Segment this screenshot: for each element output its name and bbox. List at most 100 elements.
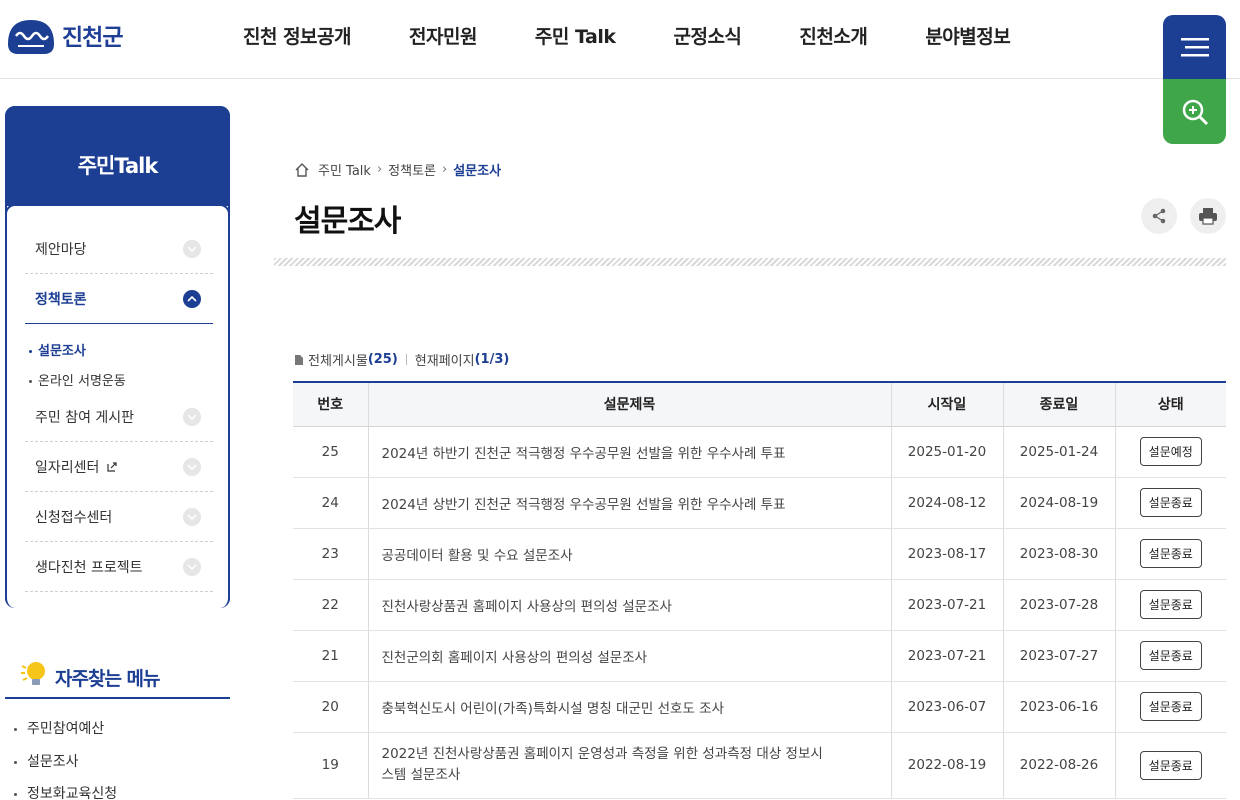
sidebar-item-proposal[interactable]: 제안마당: [25, 224, 213, 274]
start-date: 2023-08-17: [890, 528, 1003, 580]
breadcrumb-current: 설문조사: [453, 164, 502, 179]
side-navigation: 주민Talk 제안마당 정책토론 설문조사 온라인 서명운동 주민 참여 게시판…: [5, 106, 230, 608]
sidebar-item-board[interactable]: 주민 참여 게시판: [25, 392, 213, 442]
table-header-row: 번호 설문제목 시작일 종료일 상태: [293, 381, 1226, 427]
row-number: 20: [293, 681, 368, 733]
title-divider: [274, 258, 1226, 266]
search-button[interactable]: [1163, 79, 1226, 144]
sidebar-item-label: 생다진천 프로젝트: [35, 559, 143, 576]
chevron-down-icon: [183, 457, 201, 476]
print-button[interactable]: [1190, 198, 1226, 234]
favorite-menu-title: 자주찾는 메뉴: [55, 668, 160, 690]
table-row: 21 진천군의회 홈페이지 사용상의 편의성 설문조사 2023-07-21 2…: [293, 630, 1226, 682]
print-icon: [1199, 208, 1217, 225]
favorite-item[interactable]: 설문조사: [14, 751, 79, 771]
sidebar-item-label: 신청접수센터: [35, 509, 113, 526]
nav-field-info[interactable]: 분야별정보: [925, 22, 1010, 49]
external-link-icon: [107, 461, 117, 472]
row-number: 22: [293, 579, 368, 631]
row-number: 19: [293, 732, 368, 799]
page-title: 설문조사: [294, 204, 401, 239]
nav-county-news[interactable]: 군정소식: [673, 22, 741, 49]
status-badge: 설문종료: [1139, 539, 1202, 568]
document-icon: [295, 354, 303, 365]
table-row: 22 진천사랑상품권 홈페이지 사용상의 편의성 설문조사 2023-07-21…: [293, 579, 1226, 631]
breadcrumb-item[interactable]: 주민 Talk: [318, 160, 371, 179]
site-header: 진천군 진천 정보공개 전자민원 주민 Talk 군정소식 진천소개 분야별정보: [0, 0, 1240, 79]
status-badge: 설문종료: [1139, 590, 1202, 619]
status-badge: 설문종료: [1139, 641, 1202, 670]
end-date: 2023-07-28: [1002, 579, 1115, 631]
end-date: 2023-07-27: [1002, 630, 1115, 682]
home-icon[interactable]: [294, 162, 310, 178]
start-date: 2023-07-21: [890, 579, 1003, 631]
survey-title-link[interactable]: 2024년 하반기 진천군 적극행정 우수공무원 선발을 위한 우수사례 투표: [367, 426, 891, 478]
lightbulb-icon: [21, 662, 45, 685]
survey-title-link[interactable]: 충북혁신도시 어린이(가족)특화시설 명칭 대군민 선호도 조사: [367, 681, 891, 733]
board-count: 전체게시물 (25) 현재페이지 (1/3): [294, 350, 509, 369]
column-header: 종료일: [1002, 381, 1115, 427]
menu-icon: [1180, 38, 1209, 57]
main-nav: 진천 정보공개 전자민원 주민 Talk 군정소식 진천소개 분야별정보: [243, 22, 1068, 49]
start-date: 2023-07-21: [890, 630, 1003, 682]
breadcrumb: 주민 Talk › 정책토론 › 설문조사: [294, 160, 501, 179]
survey-title-link[interactable]: 진천사랑상품권 홈페이지 사용상의 편의성 설문조사: [367, 579, 891, 631]
column-header: 상태: [1114, 381, 1226, 427]
start-date: 2023-06-07: [890, 681, 1003, 733]
sidebar-subitem-petition[interactable]: 온라인 서명운동: [29, 370, 126, 389]
chevron-down-icon: [183, 407, 201, 426]
status-badge: 설문종료: [1139, 488, 1202, 517]
favorite-item[interactable]: 주민참여예산: [14, 718, 104, 738]
breadcrumb-item[interactable]: 정책토론: [388, 160, 436, 179]
status-badge: 설문예정: [1139, 437, 1202, 466]
end-date: 2022-08-26: [1002, 732, 1115, 799]
start-date: 2025-01-20: [890, 426, 1003, 478]
survey-title-link[interactable]: 2022년 진천사랑상품권 홈페이지 운영성과 측정을 위한 성과측정 대상 정…: [367, 732, 891, 799]
start-date: 2022-08-19: [890, 732, 1003, 799]
site-logo[interactable]: 진천군: [6, 14, 123, 56]
end-date: 2024-08-19: [1002, 477, 1115, 529]
column-header: 시작일: [890, 381, 1003, 427]
sidebar-item-label: 주민 참여 게시판: [35, 409, 135, 426]
survey-title-link[interactable]: 진천군의회 홈페이지 사용상의 편의성 설문조사: [367, 630, 891, 682]
sidebar-item-label: 일자리센터: [35, 459, 100, 476]
start-date: 2024-08-12: [890, 477, 1003, 529]
row-number: 21: [293, 630, 368, 682]
row-number: 24: [293, 477, 368, 529]
nav-resident-talk[interactable]: 주민 Talk: [535, 22, 616, 49]
column-header: 번호: [293, 381, 368, 427]
menu-button[interactable]: [1163, 15, 1226, 79]
sidebar-item-label: 정책토론: [35, 291, 87, 308]
status-badge: 설문종료: [1139, 692, 1202, 721]
row-number: 25: [293, 426, 368, 478]
sidebar-subitem-survey[interactable]: 설문조사: [29, 340, 86, 359]
side-nav-body: 제안마당 정책토론 설문조사 온라인 서명운동 주민 참여 게시판 일자리센터 …: [5, 204, 230, 608]
chevron-down-icon: [183, 507, 201, 526]
side-nav-title: 주민Talk: [77, 154, 159, 178]
table-row: 25 2024년 하반기 진천군 적극행정 우수공무원 선발을 위한 우수사례 …: [293, 426, 1226, 478]
end-date: 2023-08-30: [1002, 528, 1115, 580]
survey-title-link[interactable]: 공공데이터 활용 및 수요 설문조사: [367, 528, 891, 580]
table-row: 23 공공데이터 활용 및 수요 설문조사 2023-08-17 2023-08…: [293, 528, 1226, 580]
nav-about-jincheon[interactable]: 진천소개: [799, 22, 867, 49]
survey-table: 번호 설문제목 시작일 종료일 상태 25 2024년 하반기 진천군 적극행정…: [293, 381, 1226, 799]
table-row: 19 2022년 진천사랑상품권 홈페이지 운영성과 측정을 위한 성과측정 대…: [293, 732, 1226, 799]
logo-text: 진천군: [62, 25, 123, 51]
nav-e-civil[interactable]: 전자민원: [409, 22, 477, 49]
sidebar-item-application-center[interactable]: 신청접수센터: [25, 492, 213, 542]
chevron-up-icon: [183, 289, 201, 308]
end-date: 2023-06-16: [1002, 681, 1115, 733]
survey-title-link[interactable]: 2024년 상반기 진천군 적극행정 우수공무원 선발을 위한 우수사례 투표: [367, 477, 891, 529]
favorite-item[interactable]: 정보화교육신청: [14, 783, 117, 800]
row-number: 23: [293, 528, 368, 580]
chevron-down-icon: [183, 557, 201, 576]
column-header: 설문제목: [367, 381, 891, 427]
sidebar-item-project[interactable]: 생다진천 프로젝트: [25, 542, 213, 592]
sidebar-item-job-center[interactable]: 일자리센터: [25, 442, 213, 492]
share-button[interactable]: [1141, 198, 1177, 234]
end-date: 2025-01-24: [1002, 426, 1115, 478]
favorite-menu-header: 자주찾는 메뉴: [5, 650, 230, 699]
nav-info-disclosure[interactable]: 진천 정보공개: [243, 22, 352, 49]
status-badge: 설문종료: [1139, 750, 1202, 780]
sidebar-item-policy-debate[interactable]: 정책토론: [25, 274, 213, 324]
